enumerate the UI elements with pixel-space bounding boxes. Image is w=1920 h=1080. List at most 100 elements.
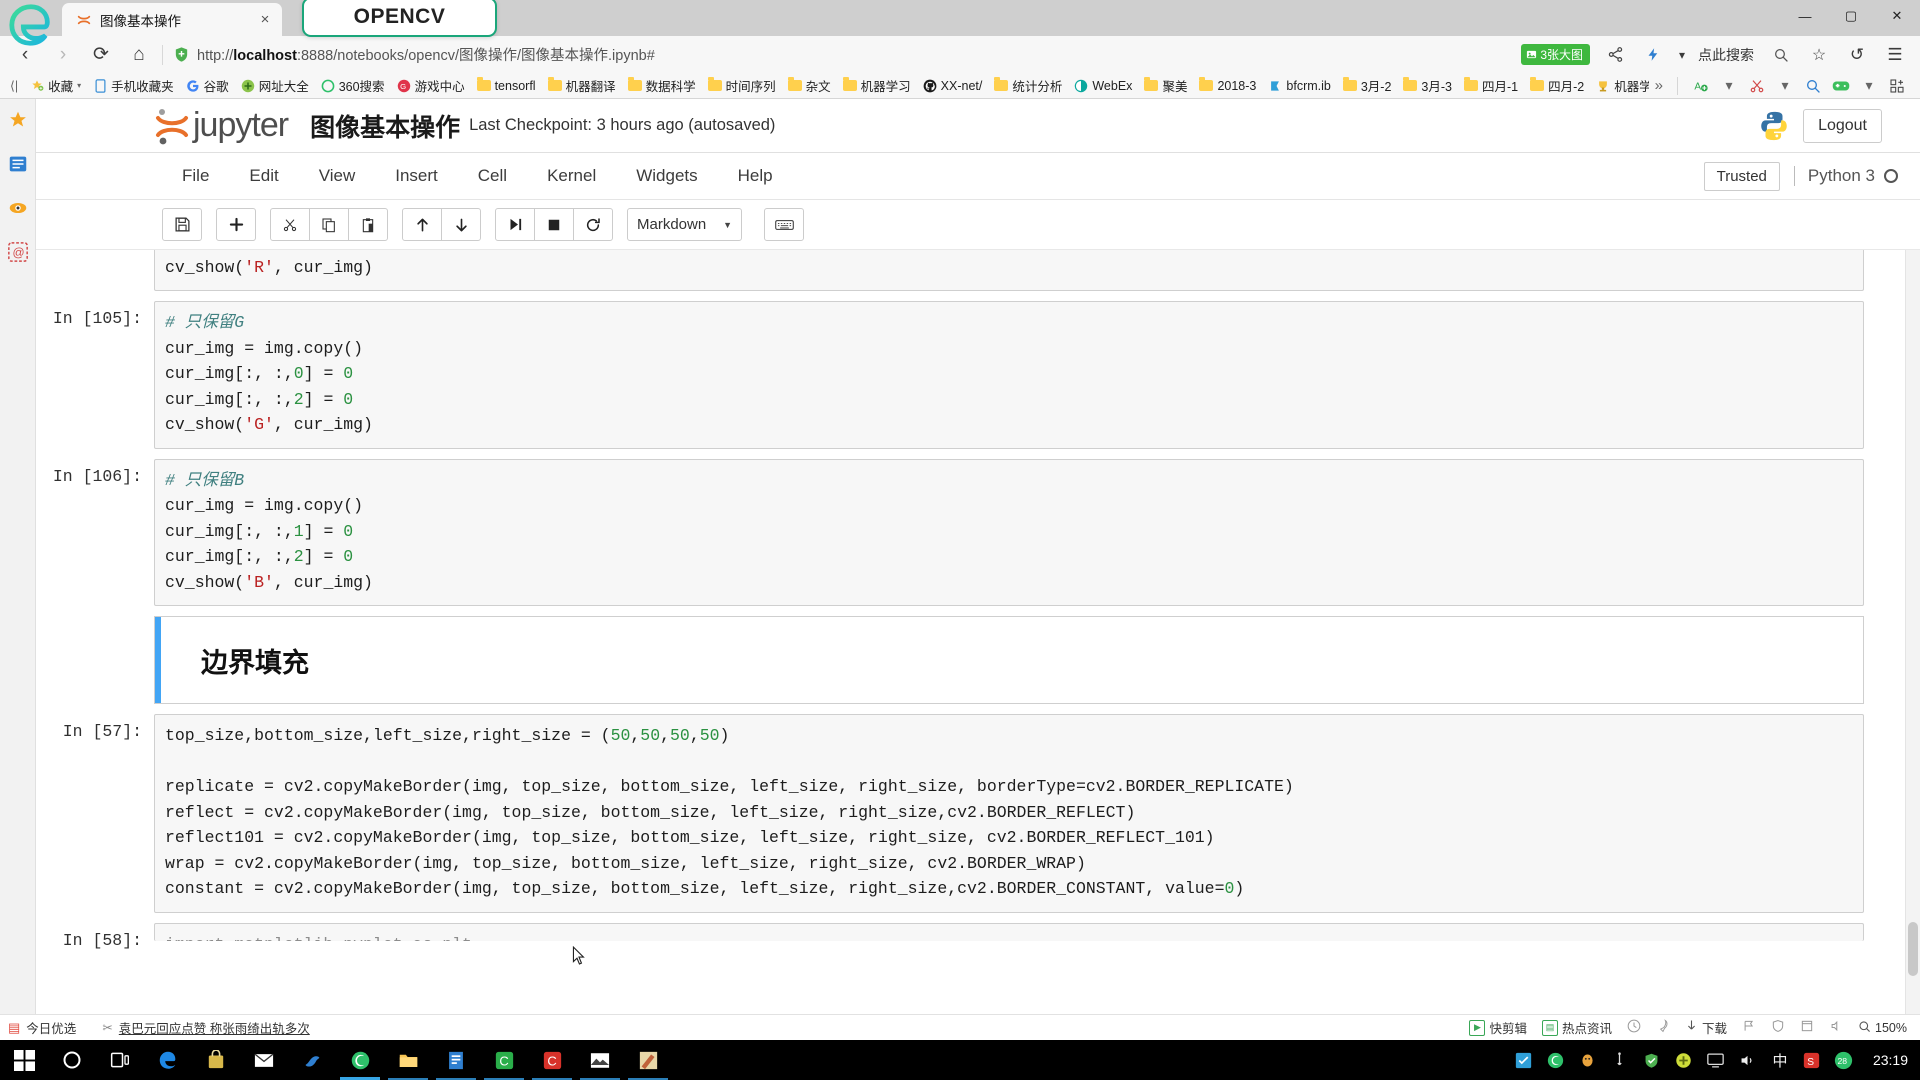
opencv-popup-tab[interactable]: OPENCV bbox=[302, 0, 497, 37]
bookmark-item[interactable]: 3月-2 bbox=[1337, 75, 1398, 97]
bookmark-item[interactable]: 360搜索 bbox=[315, 75, 391, 97]
news-tool-rocket[interactable] bbox=[1651, 1019, 1675, 1036]
code-cell[interactable]: In [57]: top_size,bottom_size,left_size,r… bbox=[36, 709, 1920, 918]
taskview-icon[interactable] bbox=[96, 1040, 144, 1080]
search-icon[interactable] bbox=[1762, 39, 1800, 71]
reload-button[interactable]: ⟳ bbox=[82, 39, 120, 71]
bookmark-item[interactable]: tensorfl bbox=[471, 75, 542, 97]
bookmarks-collapse[interactable]: ⟨| bbox=[4, 75, 24, 97]
bookmarks-overflow[interactable]: » bbox=[1649, 75, 1669, 97]
bookmark-item[interactable]: 聚美 bbox=[1138, 75, 1193, 97]
taskbar-clock[interactable]: 23:19 bbox=[1867, 1052, 1920, 1068]
at-icon[interactable]: @ bbox=[5, 239, 31, 265]
bookmark-item[interactable]: 机器学习 bbox=[1590, 75, 1649, 97]
store-icon[interactable] bbox=[192, 1040, 240, 1080]
bookmark-item[interactable]: G 游戏中心 bbox=[391, 75, 471, 97]
reading-list-icon[interactable] bbox=[5, 151, 31, 177]
bookmark-item[interactable]: 机器翻译 bbox=[542, 75, 622, 97]
translate-caret-icon[interactable]: ▾ bbox=[1716, 75, 1742, 97]
news-tool-news-box[interactable]: ▤ 热点资讯 bbox=[1537, 1018, 1617, 1037]
start-button[interactable] bbox=[0, 1040, 48, 1080]
cut-icon[interactable] bbox=[270, 208, 310, 241]
star-icon[interactable] bbox=[5, 107, 31, 133]
wechat-icon[interactable]: C bbox=[480, 1040, 528, 1080]
save-icon[interactable] bbox=[162, 208, 202, 241]
menu-edit[interactable]: Edit bbox=[229, 160, 298, 192]
run-icon[interactable] bbox=[495, 208, 535, 241]
sogou-icon[interactable]: S bbox=[1797, 1040, 1827, 1080]
markdown-cell[interactable]: 边界填充 bbox=[36, 611, 1920, 709]
cell-input-area[interactable]: # 只保留B cur_img = img.copy() cur_img[:, :… bbox=[154, 458, 1864, 606]
maximize-button[interactable]: ▢ bbox=[1828, 0, 1874, 32]
news-tool-clock[interactable] bbox=[1622, 1019, 1646, 1036]
bookmark-item[interactable]: 数据科学 bbox=[622, 75, 702, 97]
notebook-scroll-area[interactable]: cur_img[:, :, 1] = 0 cv_show('R', cur_im… bbox=[36, 250, 1920, 1067]
paste-icon[interactable] bbox=[348, 208, 388, 241]
apps-grid-icon[interactable] bbox=[1884, 75, 1910, 97]
cell-input-area[interactable]: top_size,bottom_size,left_size,right_siz… bbox=[154, 714, 1864, 913]
close-window-button[interactable]: ✕ bbox=[1874, 0, 1920, 32]
gamepad-icon[interactable] bbox=[1828, 75, 1854, 97]
favorite-star-icon[interactable]: ☆ bbox=[1800, 39, 1838, 71]
edge-icon[interactable] bbox=[144, 1040, 192, 1080]
menu-cell[interactable]: Cell bbox=[458, 160, 527, 192]
bookmark-item[interactable]: 2018-3 bbox=[1193, 75, 1262, 97]
cell-type-select[interactable]: Markdown ▼ bbox=[627, 208, 742, 241]
scissors-icon[interactable] bbox=[1744, 75, 1770, 97]
undo-icon[interactable]: ↺ bbox=[1838, 39, 1876, 71]
minimize-button[interactable]: — bbox=[1782, 0, 1828, 32]
bookmark-item[interactable]: bfcrm.ib bbox=[1262, 75, 1336, 97]
security-icon[interactable] bbox=[1637, 1040, 1667, 1080]
tab-close-icon[interactable]: × bbox=[256, 12, 274, 27]
menu-insert[interactable]: Insert bbox=[375, 160, 458, 192]
bookmark-item[interactable]: 机器学习 bbox=[837, 75, 917, 97]
kernel-indicator[interactable]: Python 3 bbox=[1793, 166, 1898, 186]
code-cell[interactable]: In [106]: # 只保留B cur_img = img.copy() cur… bbox=[36, 454, 1920, 612]
news-tool-window[interactable] bbox=[1795, 1019, 1819, 1036]
gamepad-caret-icon[interactable]: ▾ bbox=[1856, 75, 1882, 97]
chevron-down-icon[interactable]: ▾ bbox=[1672, 39, 1692, 71]
news-tool-download[interactable]: 下载 bbox=[1680, 1018, 1732, 1037]
bookmark-item[interactable]: 四月-2 bbox=[1524, 75, 1590, 97]
usb-icon[interactable] bbox=[1605, 1040, 1635, 1080]
bird-icon[interactable] bbox=[288, 1040, 336, 1080]
home-button[interactable]: ⌂ bbox=[120, 39, 158, 71]
lightning-icon[interactable] bbox=[1634, 39, 1672, 71]
news-today-group[interactable]: ▤ 今日优选 bbox=[8, 1018, 76, 1037]
address-bar[interactable]: http://localhost:8888/notebooks/opencv/图… bbox=[167, 41, 1521, 69]
ime-icon[interactable]: 中 bbox=[1765, 1040, 1795, 1080]
todo-icon[interactable] bbox=[1509, 1040, 1539, 1080]
menu-widgets[interactable]: Widgets bbox=[616, 160, 717, 192]
trusted-badge[interactable]: Trusted bbox=[1703, 161, 1780, 191]
paint-icon[interactable] bbox=[624, 1040, 672, 1080]
bookmark-item[interactable]: XX-net/ bbox=[917, 75, 989, 97]
plus-icon[interactable] bbox=[1669, 1040, 1699, 1080]
menu-kernel[interactable]: Kernel bbox=[527, 160, 616, 192]
markdown-cell-body[interactable]: 边界填充 bbox=[154, 616, 1864, 704]
cortana-icon[interactable] bbox=[48, 1040, 96, 1080]
news-tool-search[interactable]: 150% bbox=[1853, 1020, 1912, 1036]
mail-icon[interactable] bbox=[240, 1040, 288, 1080]
bookmark-item[interactable]: 四月-1 bbox=[1458, 75, 1524, 97]
cell-input-area[interactable]: cur_img[:, :, 1] = 0 cv_show('R', cur_im… bbox=[154, 250, 1864, 291]
qq-icon[interactable] bbox=[1573, 1040, 1603, 1080]
search-hint-label[interactable]: 点此搜索 bbox=[1698, 45, 1754, 65]
stop-icon[interactable] bbox=[534, 208, 574, 241]
page-scrollbar[interactable] bbox=[1905, 250, 1920, 1067]
menu-help[interactable]: Help bbox=[718, 160, 793, 192]
explorer-icon[interactable] bbox=[384, 1040, 432, 1080]
bookmark-caret-icon[interactable]: ▾ bbox=[77, 81, 81, 90]
arrow-up-icon[interactable] bbox=[402, 208, 442, 241]
jupyter-logo[interactable]: jupyter bbox=[154, 106, 289, 146]
notes-icon[interactable] bbox=[432, 1040, 480, 1080]
browser-tab[interactable]: 图像基本操作 × bbox=[62, 3, 282, 36]
search-icon[interactable] bbox=[1800, 75, 1826, 97]
notebook-title[interactable]: 图像基本操作 bbox=[310, 108, 460, 144]
browser-menu-icon[interactable]: ☰ bbox=[1876, 39, 1914, 71]
news-headline[interactable]: ✂ 袁巴元回应点赞 称张雨绮出轨多次 bbox=[102, 1018, 309, 1037]
code-cell[interactable]: cur_img[:, :, 1] = 0 cv_show('R', cur_im… bbox=[36, 250, 1920, 296]
bookmark-item[interactable]: 时间序列 bbox=[702, 75, 782, 97]
restart-icon[interactable] bbox=[573, 208, 613, 241]
bookmark-item[interactable]: 统计分析 bbox=[988, 75, 1068, 97]
share-icon[interactable] bbox=[1596, 39, 1634, 71]
